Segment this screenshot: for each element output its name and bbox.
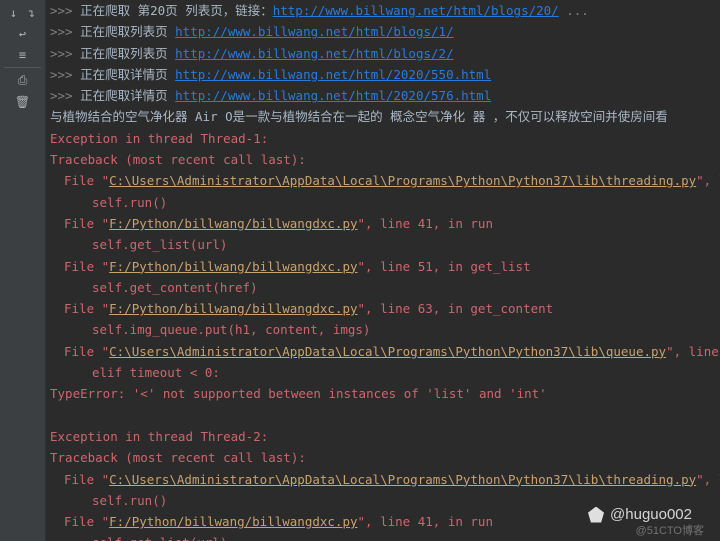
file-link[interactable]: F:/Python/billwang/billwangdxc.py [109, 259, 357, 274]
error-text: TypeError: '<' not supported between ins… [50, 386, 547, 401]
arrow-down-icon[interactable]: ↓ [7, 6, 21, 20]
error-text: ", line 917 [696, 472, 720, 487]
console-line: Exception in thread Thread-2: [50, 426, 716, 447]
error-text: ", line 917 [696, 173, 720, 188]
console-line: 与植物结合的空气净化器 Air O是一款与植物结合在一起的 概念空气净化 器 ，… [50, 106, 716, 127]
console-line: File "C:\Users\Administrator\AppData\Loc… [50, 341, 716, 362]
error-text: ", line 41, in run [358, 216, 493, 231]
file-link[interactable]: C:\Users\Administrator\AppData\Local\Pro… [109, 173, 696, 188]
error-text: self.img_queue.put(h1, content, imgs) [92, 322, 370, 337]
error-text: self.get_content(href) [92, 280, 258, 295]
error-text: ", line 140, in [666, 344, 720, 359]
console-line: self.img_queue.put(h1, content, imgs) [50, 319, 716, 340]
error-text: ", line 63, in get_content [358, 301, 554, 316]
gutter-row: ↩ [0, 23, 45, 44]
error-text: File " [64, 216, 109, 231]
console-line: >>> 正在爬取详情页 http://www.billwang.net/html… [50, 64, 716, 85]
watermark: @huguo002 [588, 506, 692, 523]
file-link[interactable]: F:/Python/billwang/billwangdxc.py [109, 514, 357, 529]
gutter-separator [4, 67, 41, 68]
error-text: File " [64, 472, 109, 487]
error-text: File " [64, 259, 109, 274]
gutter-row: ⎙ [0, 70, 45, 91]
error-text: File " [64, 301, 109, 316]
error-text: self.run() [92, 493, 167, 508]
error-text: self.get_list(url) [92, 237, 227, 252]
error-text: self.run() [92, 195, 167, 210]
log-text: 正在爬取详情页 [80, 67, 175, 82]
url-link[interactable]: http://www.billwang.net/html/2020/576.ht… [175, 88, 491, 103]
console-line: >>> 正在爬取列表页 http://www.billwang.net/html… [50, 43, 716, 64]
console-line: self.run() [50, 192, 716, 213]
console-line: Traceback (most recent call last): [50, 447, 716, 468]
error-text: Traceback (most recent call last): [50, 152, 306, 167]
log-text: 正在爬取 第20页 列表页，链接： [80, 3, 273, 18]
error-text: Traceback (most recent call last): [50, 450, 306, 465]
file-link[interactable]: C:\Users\Administrator\AppData\Local\Pro… [109, 472, 696, 487]
prompt: >>> [50, 88, 80, 103]
sub-watermark: @51CTO博客 [636, 522, 704, 538]
watermark-text: @huguo002 [610, 506, 692, 523]
error-text: Exception in thread Thread-2: [50, 429, 268, 444]
prompt: >>> [50, 3, 80, 18]
wrap-icon[interactable]: ↩ [16, 27, 30, 41]
error-text: elif timeout < 0: [92, 365, 220, 380]
error-text: File " [64, 344, 109, 359]
log-text: 正在爬取列表页 [80, 24, 175, 39]
console-line: File "F:/Python/billwang/billwangdxc.py"… [50, 256, 716, 277]
gutter-toolbar: ↓↴↩≡⎙🗑 [0, 0, 46, 541]
console-line: >>> 正在爬取详情页 http://www.billwang.net/html… [50, 85, 716, 106]
print-icon[interactable]: ⎙ [16, 74, 30, 88]
console-output: >>> 正在爬取 第20页 列表页，链接：http://www.billwang… [46, 0, 720, 541]
console-line: File "C:\Users\Administrator\AppData\Loc… [50, 469, 716, 490]
step-over-icon[interactable]: ↴ [25, 6, 39, 20]
console-line: TypeError: '<' not supported between ins… [50, 383, 716, 404]
error-text: File " [64, 514, 109, 529]
layout-icon[interactable]: ≡ [16, 48, 30, 62]
error-text: self.get_list(url) [92, 535, 227, 541]
error-text: File " [64, 173, 109, 188]
ellipsis: ... [559, 3, 589, 18]
console-line [50, 405, 716, 426]
trash-icon[interactable]: 🗑 [16, 95, 30, 109]
console-line: File "C:\Users\Administrator\AppData\Loc… [50, 170, 716, 191]
url-link[interactable]: http://www.billwang.net/html/blogs/20/ [273, 3, 559, 18]
log-text: 正在爬取列表页 [80, 46, 175, 61]
file-link[interactable]: C:\Users\Administrator\AppData\Local\Pro… [109, 344, 666, 359]
console-line: >>> 正在爬取 第20页 列表页，链接：http://www.billwang… [50, 0, 716, 21]
console-line: >>> 正在爬取列表页 http://www.billwang.net/html… [50, 21, 716, 42]
url-link[interactable]: http://www.billwang.net/html/blogs/2/ [175, 46, 453, 61]
console-line: Exception in thread Thread-1: [50, 128, 716, 149]
gutter-row: 🗑 [0, 91, 45, 112]
url-link[interactable]: http://www.billwang.net/html/blogs/1/ [175, 24, 453, 39]
zhihu-logo-icon [588, 507, 604, 523]
file-link[interactable]: F:/Python/billwang/billwangdxc.py [109, 301, 357, 316]
console-line: File "F:/Python/billwang/billwangdxc.py"… [50, 298, 716, 319]
url-link[interactable]: http://www.billwang.net/html/2020/550.ht… [175, 67, 491, 82]
console-line: self.get_list(url) [50, 234, 716, 255]
prompt: >>> [50, 67, 80, 82]
console-line: self.get_content(href) [50, 277, 716, 298]
file-link[interactable]: F:/Python/billwang/billwangdxc.py [109, 216, 357, 231]
console-line: elif timeout < 0: [50, 362, 716, 383]
error-text: Exception in thread Thread-1: [50, 131, 268, 146]
gutter-row: ↓↴ [0, 2, 45, 23]
console-line: File "F:/Python/billwang/billwangdxc.py"… [50, 213, 716, 234]
gutter-row: ≡ [0, 44, 45, 65]
console-line: Traceback (most recent call last): [50, 149, 716, 170]
prompt: >>> [50, 46, 80, 61]
prompt: >>> [50, 24, 80, 39]
console-line: self.get_list(url) [50, 532, 716, 541]
error-text: ", line 41, in run [358, 514, 493, 529]
error-text: ", line 51, in get_list [358, 259, 531, 274]
log-text: 正在爬取详情页 [80, 88, 175, 103]
